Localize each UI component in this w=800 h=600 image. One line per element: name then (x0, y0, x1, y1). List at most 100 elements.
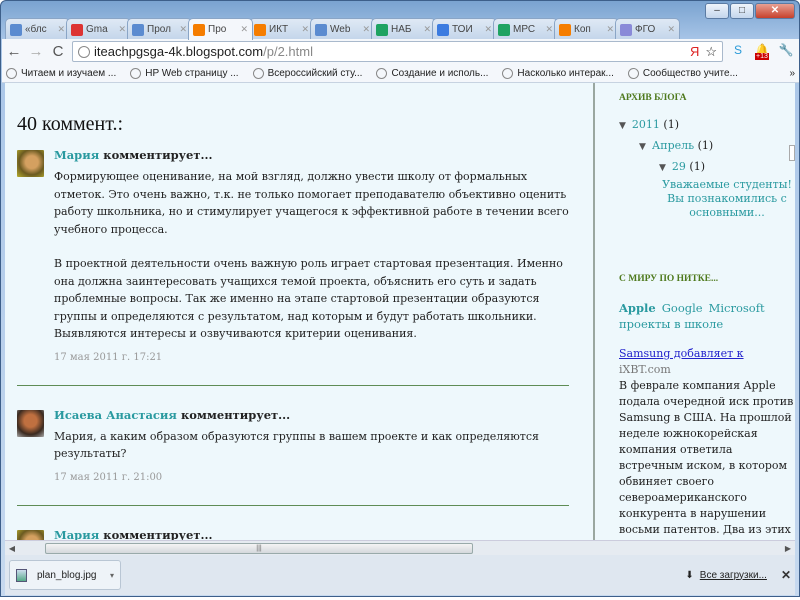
label-link[interactable]: Apple (619, 301, 656, 315)
comment-author[interactable]: Исаева Анастасия (54, 408, 177, 422)
wrench-icon[interactable]: 🔧 (777, 43, 795, 61)
toolbar: ← → C iteachpgsga-4k.blogspot.com/p/2.ht… (2, 39, 799, 64)
download-item[interactable]: plan_blog.jpg ▾ (9, 560, 121, 590)
comment-count: 40 коммент.: (17, 113, 124, 135)
close-tab-icon[interactable]: ✕ (606, 24, 614, 35)
tab[interactable]: ТОИ ✕ (432, 18, 497, 40)
avatar[interactable] (17, 150, 44, 177)
avatar[interactable] (17, 529, 44, 540)
expand-triangle-icon[interactable]: ▼ (659, 163, 666, 173)
bookmark-item[interactable]: Насколько интерак... (502, 67, 614, 79)
tab[interactable]: НАБ ✕ (371, 18, 436, 40)
bookmark-item[interactable]: HP Web страницу ... (130, 67, 239, 79)
bookmarks-overflow-button[interactable]: » (789, 68, 795, 79)
close-tab-icon[interactable]: ✕ (362, 24, 370, 35)
tab-title: ИКТ (269, 24, 289, 35)
close-download-bar-icon[interactable]: ✕ (781, 568, 791, 582)
bookmarks-bar: Читаем и изучаем ... HP Web страницу ... В… (2, 64, 799, 83)
tab-title: НАБ (391, 24, 412, 35)
spreadsheet-icon (376, 23, 388, 36)
tab[interactable]: Web ✕ (310, 18, 375, 40)
minimize-button[interactable]: – (705, 3, 729, 19)
feed-link[interactable]: Samsung добавляет к (619, 347, 744, 360)
tab[interactable]: Коп ✕ (554, 18, 619, 40)
all-downloads-link[interactable]: Все загрузки... (700, 570, 767, 581)
bookmark-label: Создание и исполь... (391, 67, 489, 79)
comment-body: Мария, а каким образом образуются группы… (54, 428, 569, 463)
bookmark-label: Сообщество учите... (642, 67, 738, 79)
star-icon[interactable]: ☆ (705, 44, 717, 60)
label-link[interactable]: проекты в школе (619, 317, 723, 331)
comment-timestamp[interactable]: 17 мая 2011 г. 17:21 (54, 352, 569, 363)
label-link[interactable]: Microsoft (709, 301, 765, 315)
close-tab-icon[interactable]: ✕ (423, 24, 431, 35)
tab[interactable]: ИКТ ✕ (249, 18, 314, 40)
expand-triangle-icon[interactable]: ▼ (639, 142, 646, 152)
avatar[interactable] (17, 409, 44, 437)
address-bar[interactable]: iteachpgsga-4k.blogspot.com/p/2.html Я ☆ (72, 41, 723, 62)
close-tab-icon[interactable]: ✕ (57, 24, 65, 35)
close-tab-icon[interactable]: ✕ (667, 24, 675, 35)
expand-triangle-icon[interactable]: ▼ (619, 121, 626, 131)
comment: Мария комментирует... Формирующее оценив… (17, 148, 569, 363)
bookmark-item[interactable]: Создание и исполь... (376, 67, 489, 79)
label-cloud: Apple Google Microsoft проекты в школе (619, 300, 795, 332)
blogger-icon (254, 23, 266, 36)
tab-title: Коп (574, 24, 591, 35)
all-downloads: ⬇ Все загрузки... (685, 570, 767, 581)
maximize-button[interactable]: □ (730, 3, 754, 19)
page-content: 40 коммент.: Мария комментирует... Форми… (5, 83, 795, 540)
tab[interactable]: Прол ✕ (127, 18, 192, 40)
comment-timestamp[interactable]: 17 мая 2011 г. 21:00 (54, 472, 569, 483)
page-icon (132, 23, 144, 36)
skype-extension-icon[interactable]: S (729, 43, 747, 61)
label-link[interactable]: Google (662, 301, 703, 315)
scroll-right-arrow-icon[interactable]: ▶ (781, 544, 795, 553)
yandex-icon[interactable]: Я (690, 44, 699, 60)
tab[interactable]: «блс ✕ (5, 18, 70, 40)
close-tab-icon[interactable]: ✕ (545, 24, 553, 35)
comment-verb: комментирует... (103, 527, 213, 541)
archive-tree: ▼ 2011 (1) ▼ Апрель (1) ▼ 29 (1) Уважаемые … (619, 115, 795, 220)
close-tab-icon[interactable]: ✕ (484, 24, 492, 35)
tab[interactable]: Gma ✕ (66, 18, 131, 40)
comment-author[interactable]: Мария (54, 148, 99, 162)
sidebar: АРХИВ БЛОГА ▼ 2011 (1) ▼ Апрель (1) ▼ 29 (1… (593, 83, 795, 540)
close-tab-icon[interactable]: ✕ (301, 24, 309, 35)
reload-button[interactable]: C (50, 43, 66, 60)
dropdown-arrow-icon[interactable]: ▾ (110, 571, 114, 580)
tab-title: ФГО (635, 24, 656, 35)
close-tab-icon[interactable]: ✕ (118, 24, 126, 35)
comment-verb: комментирует... (103, 148, 213, 162)
comment-header: Мария комментирует... (54, 528, 569, 541)
scroll-left-arrow-icon[interactable]: ◀ (5, 544, 19, 553)
archive-day[interactable]: ▼ 29 (1) (659, 157, 795, 178)
comment-author[interactable]: Мария (54, 528, 99, 541)
tab[interactable]: Про ✕ (188, 18, 253, 40)
forward-button[interactable]: → (28, 43, 44, 60)
bookmark-item[interactable]: Читаем и изучаем ... (6, 67, 116, 79)
globe-icon (78, 45, 90, 58)
archive-month[interactable]: ▼ Апрель (1) (639, 136, 795, 157)
close-tab-icon[interactable]: ✕ (240, 24, 248, 35)
bookmark-item[interactable]: Сообщество учите... (627, 67, 738, 79)
tab[interactable]: ФГО ✕ (615, 18, 680, 40)
url-host: iteachpgsga-4k.blogspot.com (94, 44, 264, 59)
vertical-scrollbar[interactable] (789, 145, 795, 161)
tab-title: Про (208, 24, 227, 35)
tab-title: «блс (25, 24, 47, 35)
close-tab-icon[interactable]: ✕ (179, 24, 187, 35)
close-window-button[interactable]: ✕ (755, 3, 795, 19)
notification-extension-icon[interactable]: 🔔 +13 (753, 43, 771, 61)
bookmark-item[interactable]: Всероссийский сту... (252, 67, 362, 79)
download-bar: plan_blog.jpg ▾ ⬇ Все загрузки... ✕ (5, 555, 795, 595)
archive-post-link[interactable]: Уважаемые студенты! Вы познакомились с о… (659, 178, 795, 220)
horizontal-scrollbar[interactable]: ◀ ||| ▶ (5, 540, 795, 555)
tab-title: Gma (86, 24, 108, 35)
archive-year[interactable]: ▼ 2011 (1) (619, 115, 795, 136)
back-button[interactable]: ← (6, 43, 22, 60)
bookmark-favicon-icon (627, 67, 639, 79)
scrollbar-thumb[interactable]: ||| (45, 543, 473, 554)
tab[interactable]: МРС ✕ (493, 18, 558, 40)
download-arrow-icon: ⬇ (685, 569, 694, 581)
